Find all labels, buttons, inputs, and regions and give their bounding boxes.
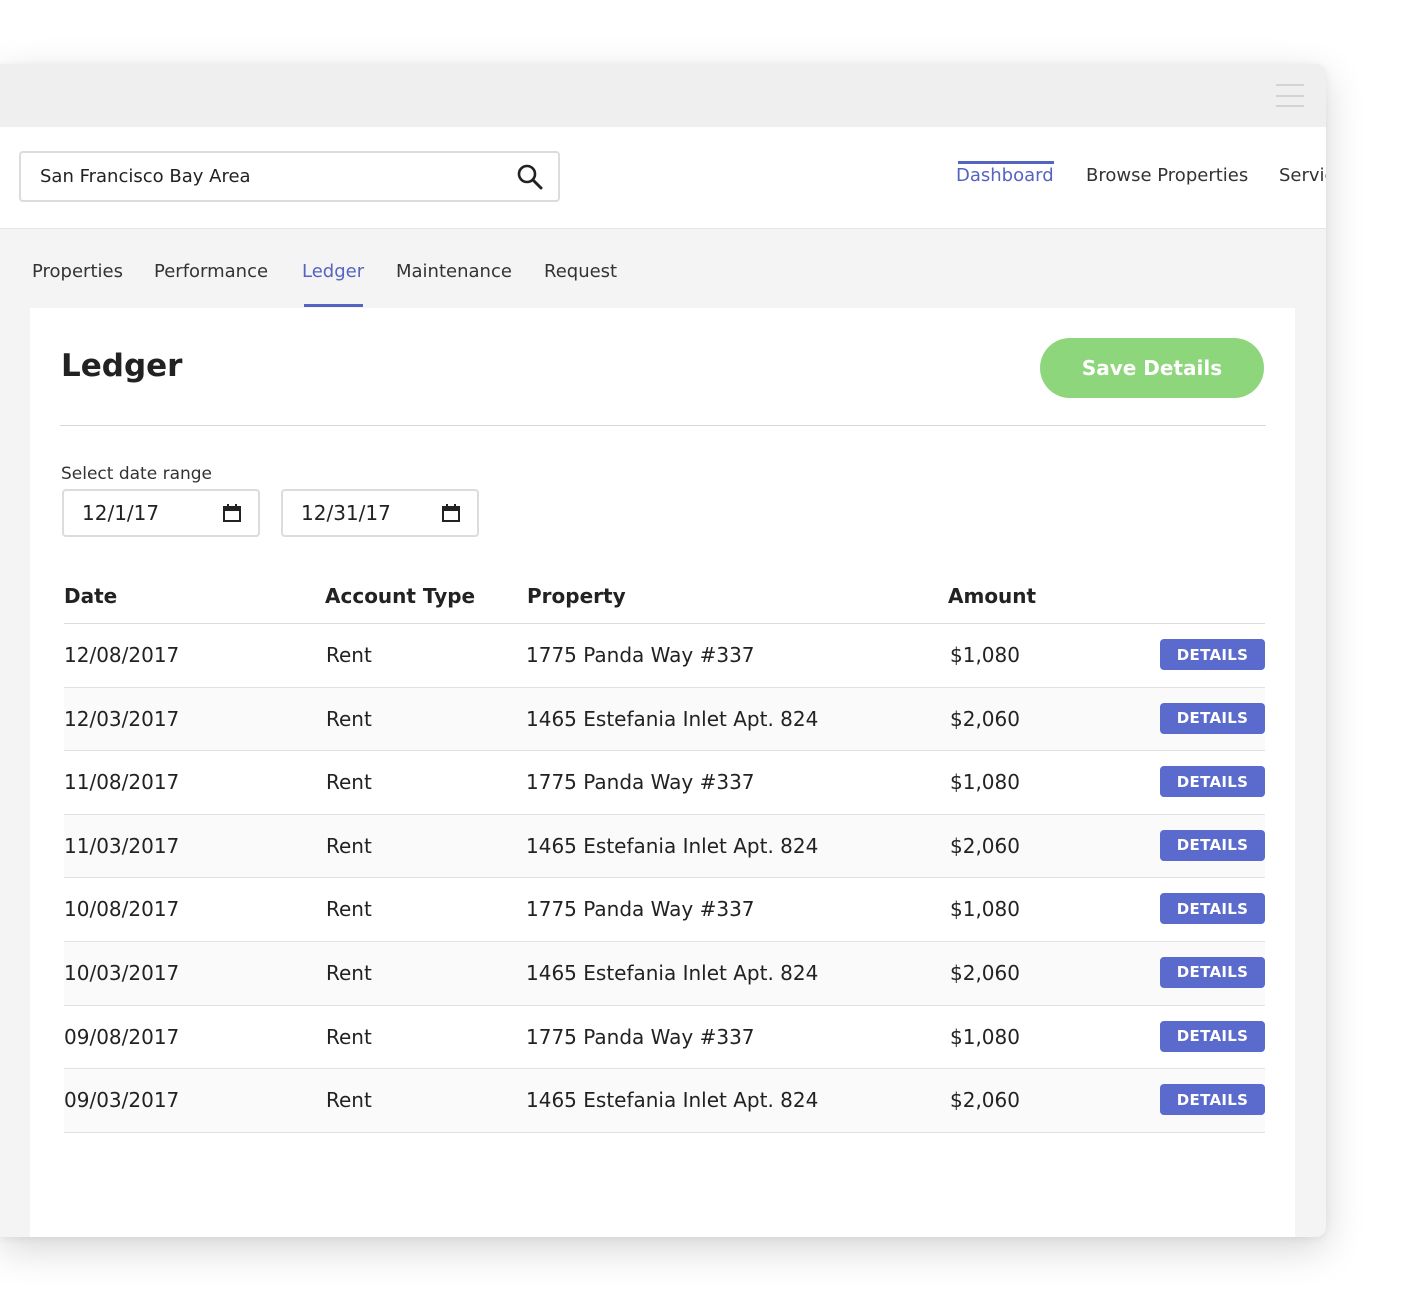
row-account-type: Rent bbox=[326, 833, 372, 858]
active-nav-indicator bbox=[958, 161, 1054, 164]
details-button[interactable]: DETAILS bbox=[1160, 893, 1265, 925]
app-window: Dashboard Browse Properties Servic Prope… bbox=[0, 64, 1326, 1237]
save-details-button[interactable]: Save Details bbox=[1040, 338, 1264, 398]
table-row: 10/08/2017 Rent 1775 Panda Way #337 $1,080 D… bbox=[64, 878, 1265, 942]
row-date: 10/08/2017 bbox=[64, 897, 180, 922]
table-row: 09/08/2017 Rent 1775 Panda Way #337 $1,080 D… bbox=[64, 1005, 1265, 1070]
table-header: Date Account Type Property Amount bbox=[64, 568, 1265, 624]
row-property: 1775 Panda Way #337 bbox=[526, 770, 755, 795]
row-amount: $2,060 bbox=[950, 706, 1020, 731]
end-date-field bbox=[281, 489, 479, 537]
row-amount: $2,060 bbox=[950, 833, 1020, 858]
row-property: 1465 Estefania Inlet Apt. 824 bbox=[526, 960, 819, 985]
row-property: 1465 Estefania Inlet Apt. 824 bbox=[526, 1088, 819, 1113]
details-button[interactable]: DETAILS bbox=[1160, 956, 1265, 988]
column-header-property: Property bbox=[527, 584, 626, 608]
calendar-icon[interactable] bbox=[441, 503, 461, 523]
row-amount: $1,080 bbox=[950, 643, 1020, 667]
table-body: 12/08/2017 Rent 1775 Panda Way #337 $1,080 D… bbox=[64, 624, 1265, 1133]
row-amount: $2,060 bbox=[950, 1088, 1020, 1113]
row-date: 11/03/2017 bbox=[64, 833, 180, 858]
row-date: 09/08/2017 bbox=[64, 1024, 180, 1049]
column-header-account-type: Account Type bbox=[325, 584, 476, 608]
details-button[interactable]: DETAILS bbox=[1160, 702, 1265, 734]
details-button[interactable]: DETAILS bbox=[1160, 766, 1265, 798]
row-amount: $1,080 bbox=[950, 1024, 1020, 1049]
page-title: Ledger bbox=[61, 348, 183, 384]
nav-browse-properties[interactable]: Browse Properties bbox=[1086, 165, 1248, 186]
calendar-icon[interactable] bbox=[222, 503, 242, 523]
row-property: 1775 Panda Way #337 bbox=[526, 643, 755, 667]
row-date: 10/03/2017 bbox=[64, 960, 180, 985]
tab-request[interactable]: Request bbox=[544, 261, 617, 282]
top-navigation: Dashboard Browse Properties Servic bbox=[0, 127, 1326, 229]
row-date: 09/03/2017 bbox=[64, 1088, 180, 1113]
row-property: 1465 Estefania Inlet Apt. 824 bbox=[526, 706, 819, 731]
table-row: 11/08/2017 Rent 1775 Panda Way #337 $1,080 D… bbox=[64, 751, 1265, 815]
table-row: 09/03/2017 Rent 1465 Estefania Inlet Apt. … bbox=[64, 1069, 1265, 1133]
row-amount: $2,060 bbox=[950, 960, 1020, 985]
details-button[interactable]: DETAILS bbox=[1160, 1020, 1265, 1052]
row-property: 1775 Panda Way #337 bbox=[526, 897, 755, 922]
details-button[interactable]: DETAILS bbox=[1160, 829, 1265, 861]
row-account-type: Rent bbox=[326, 770, 372, 795]
column-header-amount: Amount bbox=[948, 584, 1037, 608]
table-row: 12/03/2017 Rent 1465 Estefania Inlet Apt. … bbox=[64, 687, 1265, 752]
row-amount: $1,080 bbox=[950, 770, 1020, 795]
row-account-type: Rent bbox=[326, 960, 372, 985]
ledger-card: Ledger Save Details Select date range 12… bbox=[30, 308, 1295, 1237]
title-bar bbox=[0, 64, 1326, 127]
row-date: 11/08/2017 bbox=[64, 770, 180, 795]
nav-dashboard[interactable]: Dashboard bbox=[956, 165, 1054, 186]
table-row: 11/03/2017 Rent 1465 Estefania Inlet Apt. … bbox=[64, 814, 1265, 879]
row-date: 12/03/2017 bbox=[64, 706, 180, 731]
start-date-input[interactable] bbox=[82, 501, 222, 525]
active-tab-indicator bbox=[304, 304, 363, 307]
nav-services[interactable]: Servic bbox=[1279, 165, 1326, 186]
date-range-label: Select date range bbox=[61, 464, 213, 484]
location-search-box bbox=[19, 151, 560, 202]
tab-performance[interactable]: Performance bbox=[154, 261, 268, 282]
row-date: 12/08/2017 bbox=[64, 643, 180, 667]
column-header-date: Date bbox=[64, 584, 118, 608]
table-row: 12/08/2017 Rent 1775 Panda Way #337 $1,080 D… bbox=[64, 624, 1265, 688]
hamburger-menu-icon[interactable] bbox=[1276, 84, 1304, 108]
table-row: 10/03/2017 Rent 1465 Estefania Inlet Apt. … bbox=[64, 941, 1265, 1006]
row-account-type: Rent bbox=[326, 1024, 372, 1049]
end-date-input[interactable] bbox=[301, 501, 441, 525]
tab-ledger[interactable]: Ledger bbox=[302, 261, 364, 282]
row-account-type: Rent bbox=[326, 897, 372, 922]
details-button[interactable]: DETAILS bbox=[1160, 639, 1265, 670]
divider bbox=[60, 425, 1266, 426]
start-date-field bbox=[62, 489, 260, 537]
row-property: 1465 Estefania Inlet Apt. 824 bbox=[526, 833, 819, 858]
ledger-table: Date Account Type Property Amount 12/08/… bbox=[64, 568, 1265, 1133]
row-account-type: Rent bbox=[326, 1088, 372, 1113]
row-amount: $1,080 bbox=[950, 897, 1020, 922]
location-search-input[interactable] bbox=[40, 166, 516, 187]
row-account-type: Rent bbox=[326, 706, 372, 731]
tab-maintenance[interactable]: Maintenance bbox=[396, 261, 512, 282]
row-property: 1775 Panda Way #337 bbox=[526, 1024, 755, 1049]
tab-properties[interactable]: Properties bbox=[32, 261, 123, 282]
search-icon[interactable] bbox=[516, 163, 544, 191]
details-button[interactable]: DETAILS bbox=[1160, 1084, 1265, 1116]
row-account-type: Rent bbox=[326, 643, 372, 667]
